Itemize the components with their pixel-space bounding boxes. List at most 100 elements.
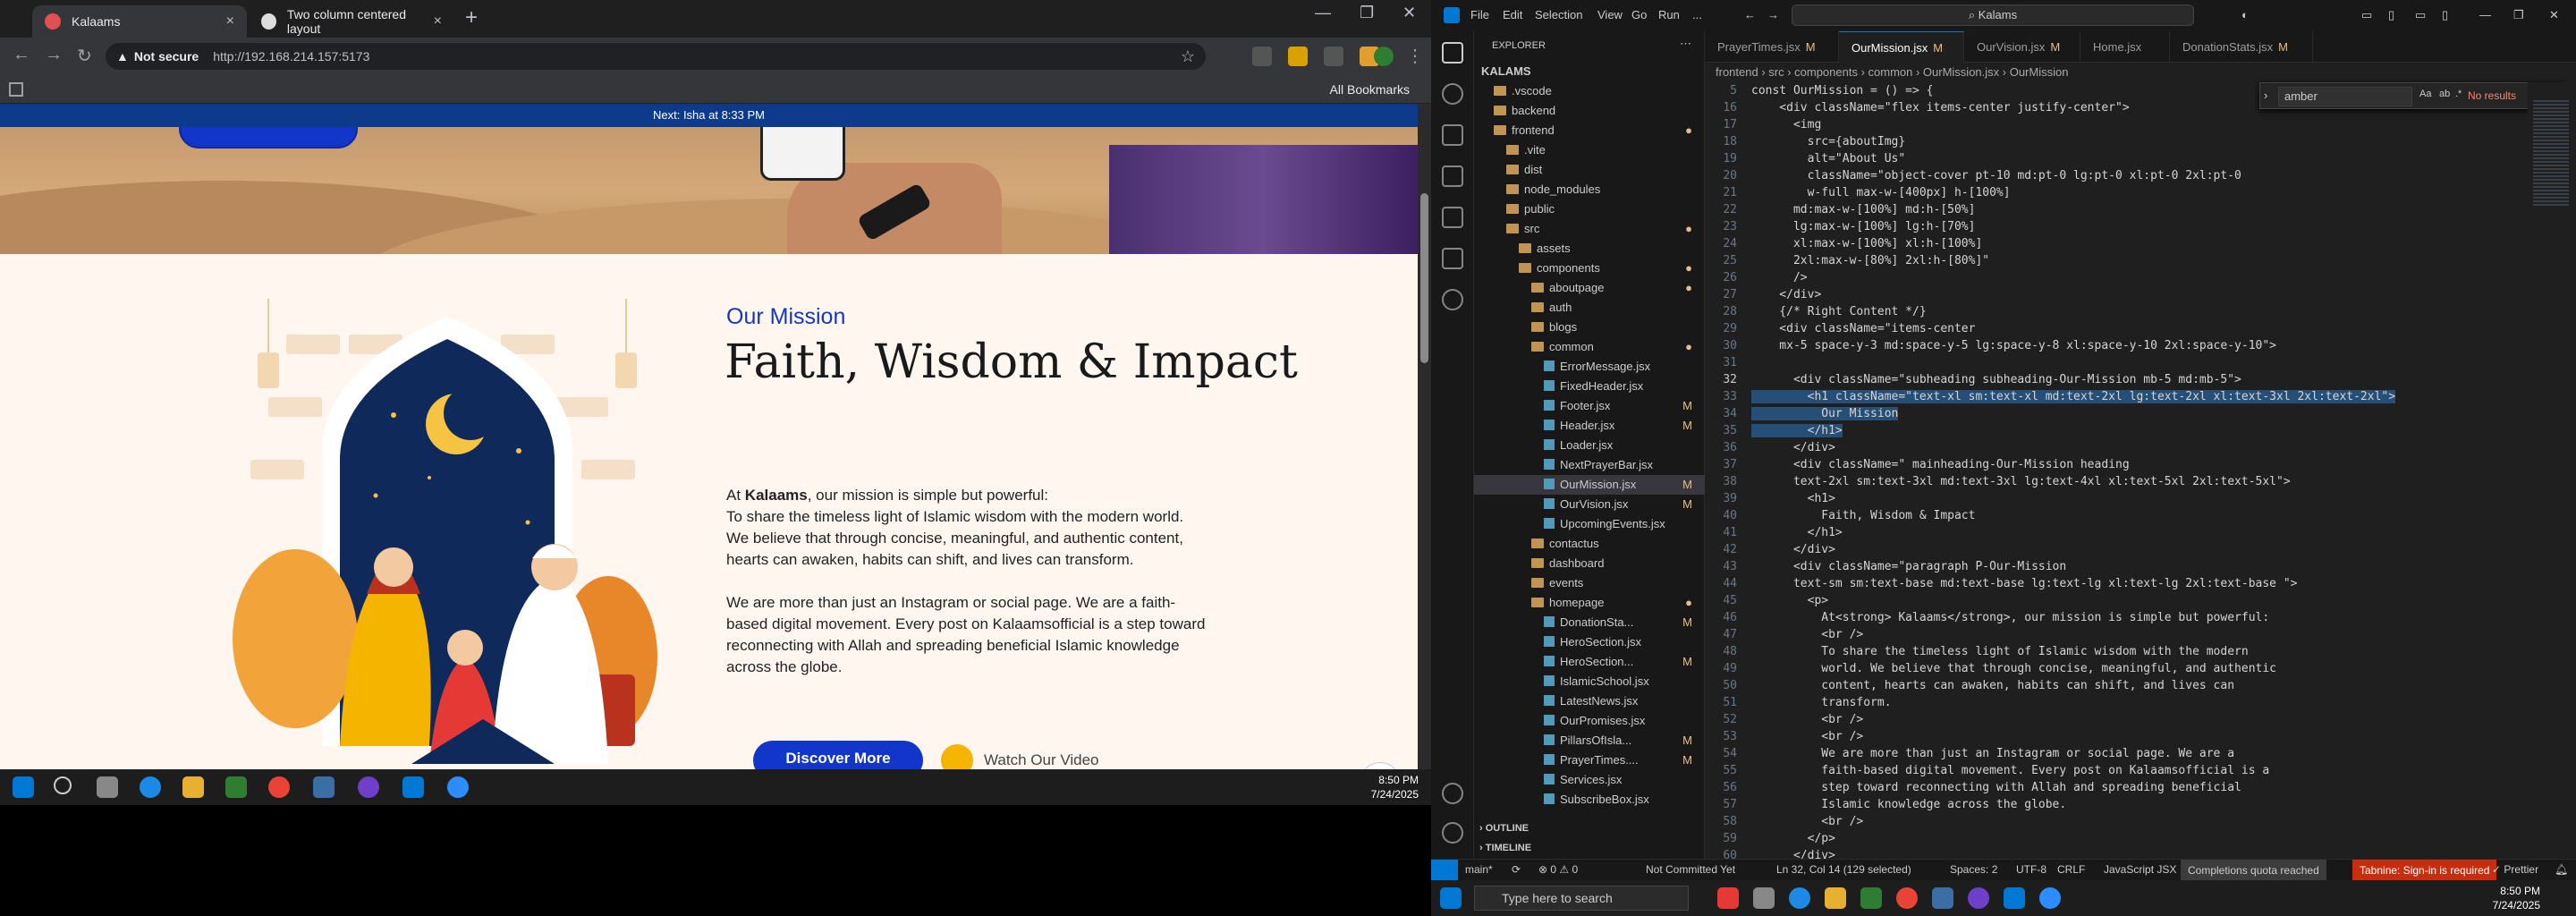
maximize-icon[interactable]: ❐ bbox=[2513, 8, 2524, 22]
tab-two-column[interactable]: Two column centered layout × bbox=[249, 5, 454, 38]
breadcrumb[interactable]: frontend › src › components › common › O… bbox=[1705, 63, 2576, 82]
folder-item[interactable]: events bbox=[1474, 573, 1705, 593]
layout-icon[interactable]: ▭ bbox=[2361, 8, 2372, 22]
menu-go[interactable]: Go bbox=[1631, 8, 1647, 21]
tabnine-status[interactable]: Tabnine: Sign-in is required bbox=[2352, 860, 2497, 880]
file-item[interactable]: Header.jsx M bbox=[1474, 416, 1705, 436]
outline-section[interactable]: › OUTLINE bbox=[1474, 818, 1705, 838]
copilot-quota[interactable]: Completions quota reached bbox=[2181, 860, 2326, 880]
menu-view[interactable]: View bbox=[1597, 8, 1623, 21]
extension-icon[interactable] bbox=[1252, 47, 1272, 66]
page-scrollbar[interactable] bbox=[1418, 104, 1431, 769]
back-icon[interactable]: ← bbox=[13, 45, 30, 65]
forward-icon[interactable]: → bbox=[1767, 8, 1779, 21]
menu-kebab-icon[interactable]: ⋮ bbox=[1406, 45, 1424, 67]
store-icon[interactable] bbox=[1860, 887, 1882, 909]
folder-item[interactable]: frontend ● bbox=[1474, 121, 1705, 140]
editor-tab[interactable]: DonationStats.jsx M bbox=[2170, 31, 2313, 63]
toggle-sidebar-icon[interactable]: ▯ bbox=[2388, 8, 2394, 22]
file-item[interactable]: OurPromises.jsx bbox=[1474, 711, 1705, 731]
file-item[interactable]: SubscribeBox.jsx bbox=[1474, 790, 1705, 810]
toggle-panel-icon[interactable]: ▭ bbox=[2415, 8, 2426, 22]
folder-item[interactable]: blogs bbox=[1474, 318, 1705, 337]
minimize-icon[interactable]: — bbox=[2479, 8, 2491, 21]
notifications-icon[interactable]: 🔔︎ bbox=[2555, 863, 2568, 876]
file-item[interactable]: NextPrayerBar.jsx bbox=[1474, 455, 1705, 475]
toggle-secondary-icon[interactable]: ▯ bbox=[2442, 8, 2448, 22]
close-tab-icon[interactable]: × bbox=[434, 13, 442, 30]
vscode-icon[interactable] bbox=[402, 776, 424, 798]
file-explorer-icon[interactable] bbox=[182, 776, 204, 798]
whole-word-icon[interactable]: ab bbox=[2439, 89, 2450, 99]
indentation[interactable]: Spaces: 2 bbox=[1950, 863, 1997, 876]
profile-avatar[interactable] bbox=[1374, 47, 1394, 66]
hero-button[interactable] bbox=[179, 127, 358, 148]
file-item[interactable]: Services.jsx bbox=[1474, 770, 1705, 790]
watch-video-button[interactable]: Watch Our Video bbox=[941, 744, 1099, 769]
github-desktop-icon[interactable] bbox=[1968, 887, 1989, 909]
search-icon[interactable] bbox=[54, 776, 72, 794]
git-blame[interactable]: Not Committed Yet bbox=[1646, 863, 1735, 876]
taskbar-search[interactable]: Type here to search bbox=[1474, 886, 1689, 911]
file-item[interactable]: LatestNews.jsx bbox=[1474, 691, 1705, 711]
language-mode[interactable]: JavaScript JSX bbox=[2104, 863, 2176, 876]
file-item[interactable]: IslamicSchool.jsx bbox=[1474, 672, 1705, 691]
close-window-icon[interactable]: ✕ bbox=[1402, 4, 1416, 22]
encoding[interactable]: UTF-8 bbox=[2016, 863, 2046, 876]
toggle-replace-icon[interactable]: › bbox=[2264, 89, 2267, 102]
zoom-icon[interactable] bbox=[447, 776, 469, 798]
discover-more-button[interactable]: Discover More bbox=[753, 741, 923, 769]
more-actions-icon[interactable]: ⋯ bbox=[1680, 37, 1691, 51]
scroll-top-outline-button[interactable]: ⌃ bbox=[1360, 762, 1401, 769]
close-tab-icon[interactable]: × bbox=[226, 13, 234, 30]
warning-icon[interactable]: ▲ bbox=[116, 49, 129, 64]
file-item[interactable]: Footer.jsx M bbox=[1474, 396, 1705, 416]
app-icon[interactable] bbox=[313, 776, 335, 798]
file-item[interactable]: PillarsOfIsla... M bbox=[1474, 731, 1705, 751]
file-item[interactable]: PrayerTimes.... M bbox=[1474, 751, 1705, 770]
file-item[interactable]: DonationSta... M bbox=[1474, 613, 1705, 632]
branch[interactable]: main* bbox=[1465, 863, 1493, 876]
folder-item[interactable]: aboutpage ● bbox=[1474, 278, 1705, 298]
remote-explorer-icon[interactable] bbox=[1442, 248, 1463, 269]
star-icon[interactable]: ☆ bbox=[1181, 47, 1195, 66]
file-explorer-icon[interactable] bbox=[1825, 887, 1846, 909]
folder-item[interactable]: public bbox=[1474, 199, 1705, 219]
copilot-icon[interactable]: ◐ bbox=[2241, 8, 2249, 21]
edge-icon[interactable] bbox=[140, 776, 161, 798]
folder-item[interactable]: dashboard bbox=[1474, 554, 1705, 573]
editor-tab[interactable]: OurVision.jsx M bbox=[1964, 31, 2080, 63]
menu-selection[interactable]: Selection bbox=[1535, 8, 1582, 21]
task-view-icon[interactable] bbox=[97, 776, 118, 798]
minimap[interactable] bbox=[2528, 82, 2576, 859]
vscode-icon[interactable] bbox=[2004, 887, 2025, 909]
run-debug-icon[interactable] bbox=[1442, 165, 1463, 187]
extension-icon[interactable] bbox=[1288, 47, 1308, 66]
puzzle-icon[interactable] bbox=[1324, 47, 1343, 66]
folder-item[interactable]: auth bbox=[1474, 298, 1705, 318]
clock[interactable]: 8:50 PM 7/24/2025 bbox=[1371, 773, 1419, 802]
folder-item[interactable]: common ● bbox=[1474, 337, 1705, 357]
editor-tab[interactable]: Home.jsx bbox=[2080, 31, 2170, 63]
editor-tab[interactable]: OurMission.jsx M bbox=[1839, 31, 1964, 63]
back-icon[interactable]: ← bbox=[1744, 8, 1756, 21]
folder-item[interactable]: contactus bbox=[1474, 534, 1705, 554]
github-desktop-icon[interactable] bbox=[358, 776, 379, 798]
all-bookmarks[interactable]: All Bookmarks bbox=[1330, 82, 1410, 97]
folder-item[interactable]: node_modules bbox=[1474, 180, 1705, 199]
clock[interactable]: 8:50 PM 7/24/2025 bbox=[2493, 884, 2540, 912]
reload-icon[interactable]: ↻ bbox=[77, 45, 92, 67]
edge-icon[interactable] bbox=[1789, 887, 1810, 909]
editor-tab[interactable]: PrayerTimes.jsx M bbox=[1705, 31, 1839, 63]
menu-run[interactable]: Run bbox=[1658, 8, 1680, 21]
zoom-icon[interactable] bbox=[2039, 887, 2061, 909]
menu-more[interactable]: ... bbox=[1692, 8, 1702, 21]
close-window-icon[interactable]: ✕ bbox=[2549, 8, 2559, 22]
menu-edit[interactable]: Edit bbox=[1503, 8, 1522, 21]
file-item[interactable]: UpcomingEvents.jsx bbox=[1474, 514, 1705, 534]
minimize-icon[interactable]: — bbox=[1315, 4, 1331, 22]
file-item[interactable]: OurVision.jsx M bbox=[1474, 495, 1705, 514]
file-item[interactable]: Loader.jsx bbox=[1474, 436, 1705, 455]
app-icon[interactable] bbox=[1717, 887, 1739, 909]
folder-item[interactable]: .vite bbox=[1474, 140, 1705, 160]
